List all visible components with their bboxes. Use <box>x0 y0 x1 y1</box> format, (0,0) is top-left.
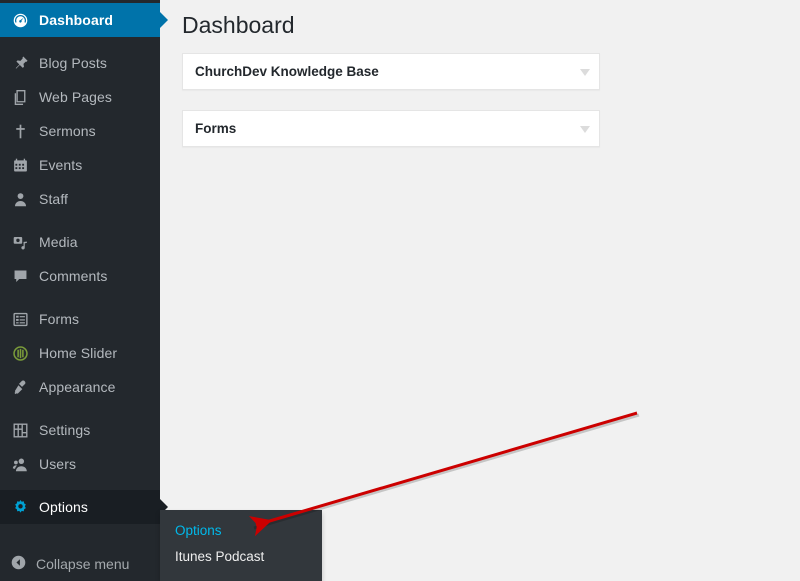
sidebar-item-blog-posts[interactable]: Blog Posts <box>0 46 160 80</box>
sidebar-item-label: Settings <box>39 422 91 438</box>
collapse-menu-button[interactable]: Collapse menu <box>0 547 160 581</box>
submenu-item-options[interactable]: Options <box>160 517 322 543</box>
page-title: Dashboard <box>182 12 295 38</box>
sidebar-item-label: Home Slider <box>39 345 118 361</box>
submenu-item-label: Options <box>175 522 222 538</box>
main-content: Dashboard ChurchDev Knowledge Base Forms <box>160 0 800 581</box>
panel-forms[interactable]: Forms <box>182 110 600 147</box>
sidebar-item-options[interactable]: Options <box>0 490 168 524</box>
submenu-item-itunes-podcast[interactable]: Itunes Podcast <box>160 543 322 569</box>
menu-separator <box>0 216 160 225</box>
sidebar-item-dashboard[interactable]: Dashboard <box>0 3 168 37</box>
sidebar-item-media[interactable]: Media <box>0 225 160 259</box>
users-icon <box>10 454 30 474</box>
menu-separator <box>0 404 160 413</box>
collapse-menu-label: Collapse menu <box>36 556 130 572</box>
gear-icon <box>10 497 30 517</box>
sidebar-item-label: Dashboard <box>39 12 114 28</box>
sidebar-item-label: Forms <box>39 311 80 327</box>
calendar-icon <box>10 155 30 175</box>
sidebar-item-appearance[interactable]: Appearance <box>0 370 160 404</box>
sidebar-item-label: Options <box>39 499 88 515</box>
sidebar-item-events[interactable]: Events <box>0 148 160 182</box>
slider-icon <box>10 343 30 363</box>
cross-icon <box>10 121 30 141</box>
dashboard-icon <box>10 10 30 30</box>
submenu-item-label: Itunes Podcast <box>175 548 265 564</box>
pushpin-icon <box>10 53 30 73</box>
panel-title: Forms <box>195 121 237 136</box>
chevron-down-icon[interactable] <box>580 125 590 133</box>
sidebar-item-label: Events <box>39 157 83 173</box>
sidebar-item-label: Blog Posts <box>39 55 107 71</box>
sidebar-item-label: Staff <box>39 191 69 207</box>
menu-separator <box>0 293 160 302</box>
sidebar-item-label: Sermons <box>39 123 96 139</box>
panel-title: ChurchDev Knowledge Base <box>195 64 379 79</box>
paintbrush-icon <box>10 377 30 397</box>
form-icon <box>10 309 30 329</box>
sidebar-item-settings[interactable]: Settings <box>0 413 160 447</box>
user-icon <box>10 189 30 209</box>
sidebar-item-sermons[interactable]: Sermons <box>0 114 160 148</box>
menu-separator <box>0 37 160 46</box>
sidebar-item-label: Appearance <box>39 379 116 395</box>
sidebar-item-home-slider[interactable]: Home Slider <box>0 336 160 370</box>
sidebar-item-users[interactable]: Users <box>0 447 160 481</box>
chevron-down-icon[interactable] <box>580 68 590 76</box>
settings-icon <box>10 420 30 440</box>
submenu-flyout-options: Options Itunes Podcast <box>160 510 322 581</box>
sidebar-item-forms[interactable]: Forms <box>0 302 160 336</box>
panel-churchdev-knowledge-base[interactable]: ChurchDev Knowledge Base <box>182 53 600 90</box>
menu-separator <box>0 481 160 490</box>
sidebar-item-label: Media <box>39 234 78 250</box>
media-icon <box>10 232 30 252</box>
sidebar-item-label: Users <box>39 456 77 472</box>
collapse-arrow-icon <box>10 554 27 574</box>
admin-bar <box>0 0 160 3</box>
comment-icon <box>10 266 30 286</box>
sidebar-item-label: Comments <box>39 268 108 284</box>
pages-icon <box>10 87 30 107</box>
sidebar-item-comments[interactable]: Comments <box>0 259 160 293</box>
sidebar-item-label: Web Pages <box>39 89 113 105</box>
sidebar-item-staff[interactable]: Staff <box>0 182 160 216</box>
admin-sidebar: Dashboard Blog Posts Web Pages Sermons E… <box>0 0 168 581</box>
sidebar-item-web-pages[interactable]: Web Pages <box>0 80 160 114</box>
